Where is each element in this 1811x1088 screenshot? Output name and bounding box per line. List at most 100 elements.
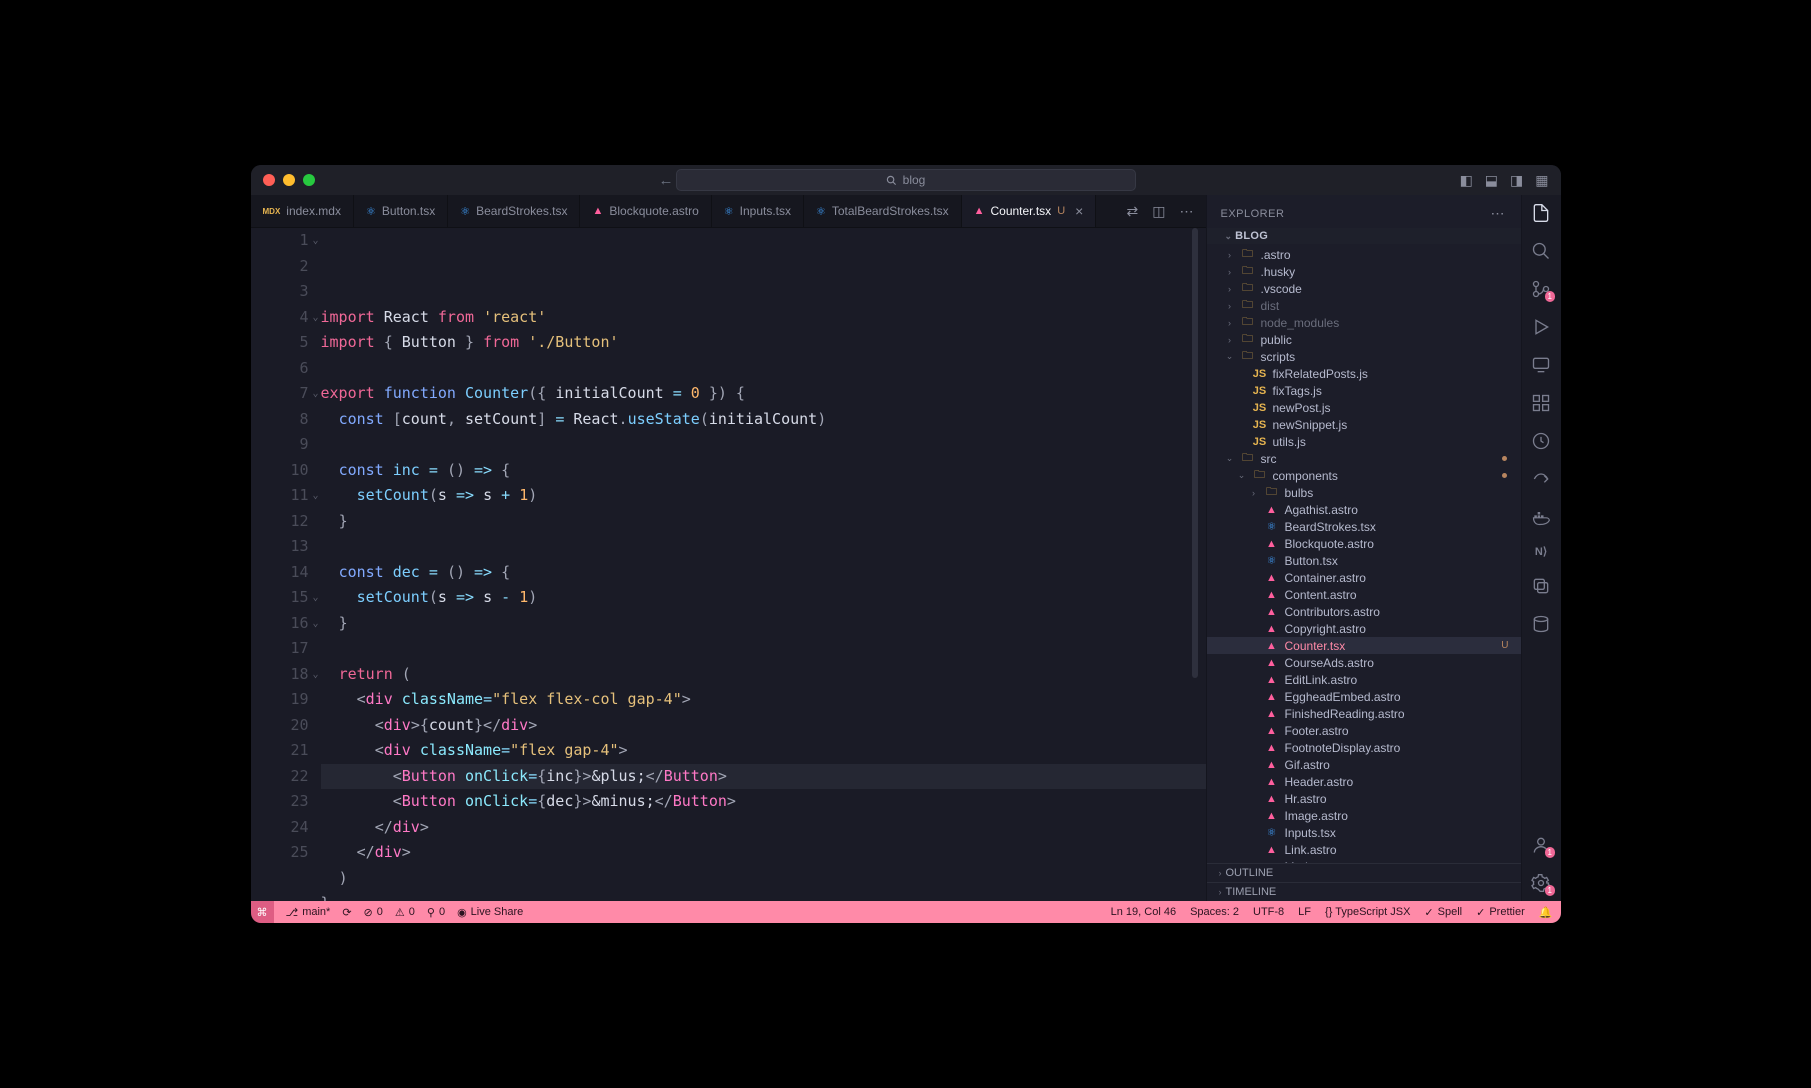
account-icon[interactable]: 1 xyxy=(1531,835,1551,855)
tab-totalbeardstrokes-tsx[interactable]: ⚛TotalBeardStrokes.tsx xyxy=(804,195,962,227)
status-item[interactable]: ✓ Prettier xyxy=(1476,906,1525,919)
folder-src[interactable]: ⌄🗀src xyxy=(1207,450,1521,467)
file-hr-astro[interactable]: ▲Hr.astro xyxy=(1207,790,1521,807)
scrollbar-thumb[interactable] xyxy=(1192,228,1198,678)
extensions-icon[interactable] xyxy=(1531,393,1551,413)
code-line[interactable] xyxy=(321,636,1206,662)
file-editlink-astro[interactable]: ▲EditLink.astro xyxy=(1207,671,1521,688)
code-editor[interactable]: 1⌄234⌄567⌄891011⌄12131415⌄16⌄1718⌄192021… xyxy=(251,228,1206,901)
status-item[interactable]: Ln 19, Col 46 xyxy=(1111,906,1176,919)
code-line[interactable]: return ( xyxy=(321,662,1206,688)
explorer-root[interactable]: ⌄ BLOG xyxy=(1207,228,1521,244)
copy-icon[interactable] xyxy=(1531,576,1551,596)
file-utils-js[interactable]: JSutils.js xyxy=(1207,433,1521,450)
code-line[interactable]: <div className="flex flex-col gap-4"> xyxy=(321,687,1206,713)
nx-icon[interactable]: N⟩ xyxy=(1535,545,1547,558)
code-line[interactable]: const inc = () => { xyxy=(321,458,1206,484)
status-item[interactable]: ⚠0 xyxy=(395,906,415,919)
file-fixtags-js[interactable]: JSfixTags.js xyxy=(1207,382,1521,399)
file-beardstrokes-tsx[interactable]: ⚛BeardStrokes.tsx xyxy=(1207,518,1521,535)
status-item[interactable]: 🔔 xyxy=(1539,906,1553,919)
minimize-window-button[interactable] xyxy=(283,174,295,186)
run-debug-icon[interactable] xyxy=(1531,317,1551,337)
code-line[interactable]: </div> xyxy=(321,815,1206,841)
split-editor-icon[interactable]: ◫ xyxy=(1152,203,1165,220)
code-content[interactable]: import React from 'react'import { Button… xyxy=(321,228,1206,901)
code-line[interactable]: } xyxy=(321,509,1206,535)
timeline-panel[interactable]: ›TIMELINE xyxy=(1207,882,1521,901)
file-agathist-astro[interactable]: ▲Agathist.astro xyxy=(1207,501,1521,518)
panel-bottom-icon[interactable]: ⬓ xyxy=(1485,172,1498,189)
docker-icon[interactable] xyxy=(1531,507,1551,527)
more-icon[interactable]: ⋯ xyxy=(1180,203,1194,220)
status-item[interactable]: ◉Live Share xyxy=(457,906,523,919)
tab-blockquote-astro[interactable]: ▲Blockquote.astro xyxy=(580,195,711,227)
file-inputs-tsx[interactable]: ⚛Inputs.tsx xyxy=(1207,824,1521,841)
tab-inputs-tsx[interactable]: ⚛Inputs.tsx xyxy=(712,195,804,227)
file-newsnippet-js[interactable]: JSnewSnippet.js xyxy=(1207,416,1521,433)
file-image-astro[interactable]: ▲Image.astro xyxy=(1207,807,1521,824)
code-line[interactable]: setCount(s => s - 1) xyxy=(321,585,1206,611)
share-icon[interactable] xyxy=(1531,469,1551,489)
status-item[interactable]: ⟳ xyxy=(342,906,351,919)
file-copyright-astro[interactable]: ▲Copyright.astro xyxy=(1207,620,1521,637)
code-line[interactable] xyxy=(321,356,1206,382)
command-center[interactable]: blog xyxy=(676,169,1136,191)
file-footer-astro[interactable]: ▲Footer.astro xyxy=(1207,722,1521,739)
database-icon[interactable] xyxy=(1531,614,1551,634)
status-item[interactable]: UTF-8 xyxy=(1253,906,1284,919)
folder--husky[interactable]: ›🗀.husky xyxy=(1207,263,1521,280)
close-window-button[interactable] xyxy=(263,174,275,186)
folder-components[interactable]: ⌄🗀components xyxy=(1207,467,1521,484)
panel-right-icon[interactable]: ◨ xyxy=(1510,172,1523,189)
status-item[interactable]: LF xyxy=(1298,906,1311,919)
folder-dist[interactable]: ›🗀dist xyxy=(1207,297,1521,314)
code-line[interactable]: const dec = () => { xyxy=(321,560,1206,586)
explorer-icon[interactable] xyxy=(1531,203,1551,223)
code-line[interactable]: } xyxy=(321,891,1206,901)
status-item[interactable]: {} TypeScript JSX xyxy=(1325,906,1410,919)
file-counter-tsx[interactable]: ▲Counter.tsxU xyxy=(1207,637,1521,654)
code-line[interactable]: const [count, setCount] = React.useState… xyxy=(321,407,1206,433)
file-link-astro[interactable]: ▲Link.astro xyxy=(1207,841,1521,858)
file-finishedreading-astro[interactable]: ▲FinishedReading.astro xyxy=(1207,705,1521,722)
folder-bulbs[interactable]: ›🗀bulbs xyxy=(1207,484,1521,501)
code-line[interactable]: <Button onClick={inc}>&plus;</Button> xyxy=(321,764,1206,790)
tab-beardstrokes-tsx[interactable]: ⚛BeardStrokes.tsx xyxy=(448,195,580,227)
timeline-icon[interactable] xyxy=(1531,431,1551,451)
status-item[interactable]: ⊘0 xyxy=(364,906,383,919)
code-line[interactable] xyxy=(321,534,1206,560)
file-container-astro[interactable]: ▲Container.astro xyxy=(1207,569,1521,586)
panel-left-icon[interactable]: ◧ xyxy=(1460,172,1473,189)
file-fixrelatedposts-js[interactable]: JSfixRelatedPosts.js xyxy=(1207,365,1521,382)
code-line[interactable]: export function Counter({ initialCount =… xyxy=(321,381,1206,407)
code-line[interactable]: import React from 'react' xyxy=(321,305,1206,331)
tab-counter-tsx[interactable]: ▲Counter.tsxU× xyxy=(962,195,1097,227)
search-activity-icon[interactable] xyxy=(1531,241,1551,261)
source-control-icon[interactable]: 1 xyxy=(1531,279,1551,299)
layout-icon[interactable]: ▦ xyxy=(1535,172,1548,189)
tab-index-mdx[interactable]: MDXindex.mdx xyxy=(251,195,354,227)
nav-back-icon[interactable]: ← xyxy=(659,172,674,189)
file-courseads-astro[interactable]: ▲CourseAds.astro xyxy=(1207,654,1521,671)
code-line[interactable]: <Button onClick={dec}>&minus;</Button> xyxy=(321,789,1206,815)
file-blockquote-astro[interactable]: ▲Blockquote.astro xyxy=(1207,535,1521,552)
status-item[interactable]: ⎇main* xyxy=(286,906,331,919)
file-contributors-astro[interactable]: ▲Contributors.astro xyxy=(1207,603,1521,620)
remote-indicator[interactable]: ⌘ xyxy=(251,901,274,923)
code-line[interactable]: <div className="flex gap-4"> xyxy=(321,738,1206,764)
code-line[interactable]: ) xyxy=(321,866,1206,892)
code-line[interactable] xyxy=(321,432,1206,458)
settings-gear-icon[interactable]: 1 xyxy=(1531,873,1551,893)
explorer-more-icon[interactable]: ⋯ xyxy=(1491,205,1507,222)
folder-public[interactable]: ›🗀public xyxy=(1207,331,1521,348)
file-content-astro[interactable]: ▲Content.astro xyxy=(1207,586,1521,603)
status-item[interactable]: ⚲0 xyxy=(427,906,445,919)
status-item[interactable]: Spaces: 2 xyxy=(1190,906,1239,919)
code-line[interactable]: setCount(s => s + 1) xyxy=(321,483,1206,509)
folder--vscode[interactable]: ›🗀.vscode xyxy=(1207,280,1521,297)
folder-node_modules[interactable]: ›🗀node_modules xyxy=(1207,314,1521,331)
code-line[interactable]: import { Button } from './Button' xyxy=(321,330,1206,356)
file-eggheadembed-astro[interactable]: ▲EggheadEmbed.astro xyxy=(1207,688,1521,705)
tab-button-tsx[interactable]: ⚛Button.tsx xyxy=(354,195,448,227)
